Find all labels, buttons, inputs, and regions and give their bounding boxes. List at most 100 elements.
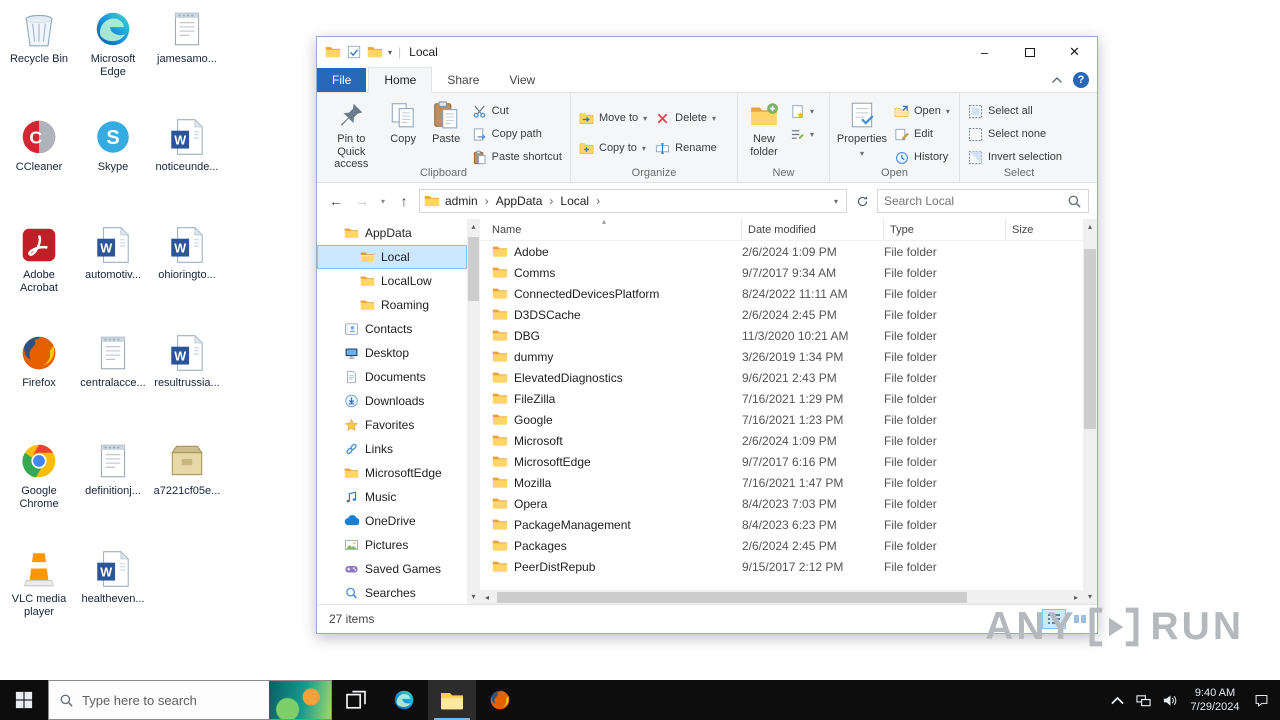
file-row-packagemanagement[interactable]: PackageManagement8/4/2023 6:23 PMFile fo… <box>480 514 1083 535</box>
new-item-button[interactable]: ▾ <box>786 101 818 121</box>
nav-item-roaming[interactable]: Roaming <box>317 293 467 317</box>
qat-properties-icon[interactable] <box>346 45 362 59</box>
explorer-search-box[interactable] <box>877 189 1089 213</box>
qat-new-folder-icon[interactable] <box>367 45 383 59</box>
breadcrumb[interactable]: admin›AppData›Local› ▾ <box>419 189 847 213</box>
qat-customize-chevron-icon[interactable]: ▾ <box>388 48 392 57</box>
column-header-type[interactable]: Type <box>884 219 1006 240</box>
maximize-button[interactable] <box>1007 37 1052 67</box>
start-button[interactable] <box>0 680 48 720</box>
hidden-icons-button[interactable] <box>1104 680 1130 720</box>
desktop-icon-noticeunde[interactable]: Wnoticeunde... <box>150 116 224 224</box>
scroll-right-arrow-icon[interactable]: ▸ <box>1069 593 1083 602</box>
scroll-up-arrow-icon[interactable]: ▴ <box>467 219 480 234</box>
nav-item-contacts[interactable]: Contacts <box>317 317 467 341</box>
breadcrumb-chevron-icon[interactable]: › <box>594 194 602 208</box>
recent-locations-chevron-icon[interactable]: ▾ <box>377 189 389 213</box>
desktop-icon-resultrussia[interactable]: Wresultrussia... <box>150 332 224 440</box>
scroll-up-arrow-icon[interactable]: ▴ <box>1083 219 1097 234</box>
properties-button[interactable]: Properties ▾ <box>834 96 890 162</box>
nav-item-pictures[interactable]: Pictures <box>317 533 467 557</box>
file-row-mozilla[interactable]: Mozilla7/16/2021 1:47 PMFile folder <box>480 472 1083 493</box>
desktop-icon-microsoft-edge[interactable]: Microsoft Edge <box>76 8 150 116</box>
task-view-button[interactable] <box>332 680 380 720</box>
select-none-button[interactable]: Select none <box>964 124 1066 144</box>
file-list-scrollbar-thumb[interactable] <box>1084 249 1096 429</box>
nav-scrollbar-thumb[interactable] <box>468 237 479 301</box>
open-button[interactable]: Open▾ <box>890 101 954 121</box>
copy-to-button[interactable]: Copy to▾ <box>575 138 651 158</box>
desktop-icon-centralacce[interactable]: centralacce... <box>76 332 150 440</box>
edit-button[interactable]: Edit <box>890 124 954 144</box>
file-row-elevateddiagnostics[interactable]: ElevatedDiagnostics9/6/2021 2:43 PMFile … <box>480 367 1083 388</box>
easy-access-button[interactable]: ▾ <box>786 124 818 144</box>
nav-item-local[interactable]: Local <box>317 245 467 269</box>
taskbar-search-box[interactable] <box>48 680 332 720</box>
file-row-adobe[interactable]: Adobe2/6/2024 1:09 PMFile folder <box>480 241 1083 262</box>
tab-view[interactable]: View <box>494 68 550 92</box>
forward-button[interactable]: → <box>351 189 373 213</box>
taskbar-explorer-button[interactable] <box>428 680 476 720</box>
nav-item-saved-games[interactable]: Saved Games <box>317 557 467 581</box>
nav-item-favorites[interactable]: Favorites <box>317 413 467 437</box>
desktop-icon-adobe-acrobat[interactable]: Adobe Acrobat <box>2 224 76 332</box>
address-dropdown-chevron-icon[interactable]: ▾ <box>830 197 842 206</box>
file-row-dbg[interactable]: DBG11/3/2020 10:21 AMFile folder <box>480 325 1083 346</box>
tab-share[interactable]: Share <box>432 68 494 92</box>
nav-item-documents[interactable]: Documents <box>317 365 467 389</box>
taskbar-firefox-button[interactable] <box>476 680 524 720</box>
desktop-icon-ccleaner[interactable]: CCCleaner <box>2 116 76 224</box>
file-row-peerdistrepub[interactable]: PeerDistRepub9/15/2017 2:12 PMFile folde… <box>480 556 1083 577</box>
desktop-icon-healtheven[interactable]: Whealtheven... <box>76 548 150 656</box>
nav-item-appdata[interactable]: AppData <box>317 221 467 245</box>
breadcrumb-chevron-icon[interactable]: › <box>547 194 555 208</box>
new-folder-button[interactable]: New folder <box>742 96 786 162</box>
explorer-search-input[interactable] <box>884 194 1067 208</box>
paste-button[interactable]: Paste <box>425 96 468 150</box>
nav-item-music[interactable]: Music <box>317 485 467 509</box>
tab-home[interactable]: Home <box>368 67 432 93</box>
desktop-icon-firefox[interactable]: Firefox <box>2 332 76 440</box>
refresh-button[interactable] <box>851 189 873 213</box>
scroll-down-arrow-icon[interactable]: ▾ <box>467 589 480 604</box>
desktop-icon-skype[interactable]: SSkype <box>76 116 150 224</box>
search-highlight-image[interactable] <box>269 681 331 719</box>
file-list-scrollbar[interactable]: ▴ ▾ <box>1083 219 1097 604</box>
desktop-icon-ohioringto[interactable]: Wohioringto... <box>150 224 224 332</box>
breadcrumb-chevron-icon[interactable]: › <box>483 194 491 208</box>
nav-item-locallow[interactable]: LocalLow <box>317 269 467 293</box>
file-row-filezilla[interactable]: FileZilla7/16/2021 1:29 PMFile folder <box>480 388 1083 409</box>
copy-path-button[interactable]: Copy path <box>468 124 566 144</box>
pin-to-quick-access-button[interactable]: Pin to Quick access <box>321 96 382 175</box>
move-to-button[interactable]: Move to▾ <box>575 108 651 128</box>
nav-item-onedrive[interactable]: OneDrive <box>317 509 467 533</box>
file-row-comms[interactable]: Comms9/7/2017 9:34 AMFile folder <box>480 262 1083 283</box>
taskbar-edge-button[interactable] <box>380 680 428 720</box>
horizontal-scrollbar[interactable]: ◂ ▸ <box>480 590 1083 604</box>
taskbar-clock[interactable]: 9:40 AM 7/29/2024 <box>1182 686 1248 715</box>
minimize-ribbon-chevron-icon[interactable] <box>1051 76 1063 84</box>
desktop-icon-definitionj[interactable]: definitionj... <box>76 440 150 548</box>
network-tray-button[interactable] <box>1130 680 1156 720</box>
desktop-icon-a7221cf05e[interactable]: a7221cf05e... <box>150 440 224 548</box>
minimize-button[interactable]: – <box>962 37 1007 67</box>
breadcrumb-item-admin[interactable]: admin <box>440 194 483 208</box>
nav-item-searches[interactable]: Searches <box>317 581 467 604</box>
file-row-d3dscache[interactable]: D3DSCache2/6/2024 2:45 PMFile folder <box>480 304 1083 325</box>
tab-file[interactable]: File <box>317 68 366 92</box>
scroll-down-arrow-icon[interactable]: ▾ <box>1083 589 1097 604</box>
back-button[interactable]: ← <box>325 189 347 213</box>
taskbar-search-input[interactable] <box>82 693 261 708</box>
cut-button[interactable]: Cut <box>468 101 566 121</box>
help-icon[interactable]: ? <box>1073 72 1089 88</box>
up-button[interactable]: ↑ <box>393 189 415 213</box>
close-button[interactable]: ✕ <box>1052 37 1097 67</box>
file-row-microsoft[interactable]: Microsoft2/6/2024 1:09 PMFile folder <box>480 430 1083 451</box>
nav-item-links[interactable]: Links <box>317 437 467 461</box>
paste-shortcut-button[interactable]: Paste shortcut <box>468 147 566 167</box>
desktop-icon-jamesamo[interactable]: jamesamo... <box>150 8 224 116</box>
file-row-opera[interactable]: Opera8/4/2023 7:03 PMFile folder <box>480 493 1083 514</box>
nav-item-desktop[interactable]: Desktop <box>317 341 467 365</box>
desktop-icon-vlc-media-player[interactable]: VLC media player <box>2 548 76 656</box>
file-row-dummy[interactable]: dummy3/26/2019 1:34 PMFile folder <box>480 346 1083 367</box>
